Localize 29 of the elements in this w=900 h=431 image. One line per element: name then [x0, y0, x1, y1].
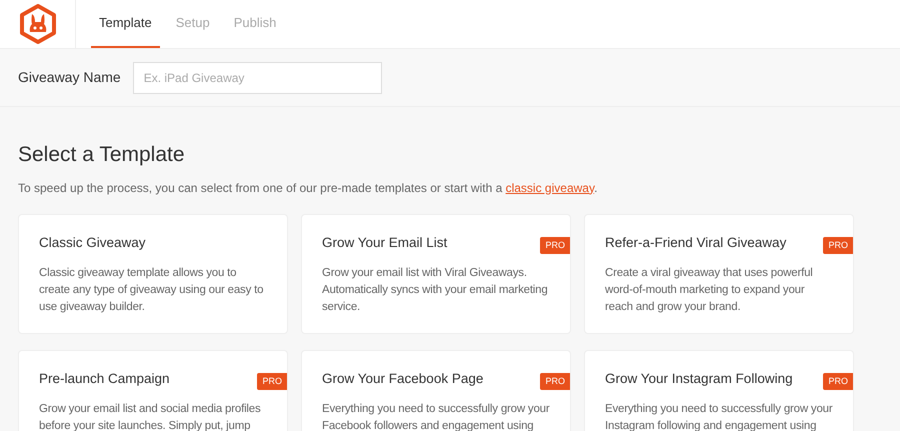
card-title: Classic Giveaway: [39, 234, 146, 252]
card-title: Grow Your Instagram Following: [605, 370, 793, 388]
template-card[interactable]: Refer-a-Friend Viral Giveaway PRO Create a viral giveaway that uses powerful word-of-mouth marketing to expand your reach and grow your brand.: [584, 214, 854, 334]
card-title: Grow Your Facebook Page: [322, 370, 484, 388]
card-description: Grow your email list and social media profiles before your site launches. Simply put, jump: [39, 402, 262, 431]
template-card[interactable]: Classic Giveaway Classic giveaway template allows you to create any type of giveaway using our easy to use giveaway builder.: [18, 214, 288, 334]
card-description: Create a viral giveaway that uses powerful word-of-mouth marketing to expand your reach and grow your brand.: [605, 266, 814, 315]
card-description: Everything you need to successfully grow your Instagram following and engagement using: [605, 402, 834, 431]
classic-giveaway-link[interactable]: classic giveaway: [506, 180, 594, 194]
pro-badge: PRO: [257, 372, 287, 390]
section-title: Select a Template: [18, 142, 186, 168]
pro-badge: PRO: [540, 236, 570, 254]
field-label: Giveaway Name: [18, 68, 121, 87]
card-description: Everything you need to successfully grow your Facebook followers and engagement using: [322, 402, 551, 431]
template-card[interactable]: Grow Your Instagram Following PRO Everything you need to successfully grow your Instagram following and engagement using: [584, 350, 854, 431]
giveaway-name-input[interactable]: Ex. iPad Giveaway: [132, 62, 382, 94]
card-title: Pre-launch Campaign: [39, 370, 170, 388]
template-card[interactable]: Grow Your Facebook Page PRO Everything you need to successfully grow your Facebook followers and engagement using: [301, 350, 571, 431]
pro-badge: PRO: [823, 236, 853, 254]
intro-text: To speed up the process, you can select from one of our pre-made templates or start with a classic giveaway.: [18, 180, 598, 196]
card-description: Grow your email list with Viral Giveaways. Automatically syncs with your email marketing service.: [322, 266, 549, 315]
rabbit-logo-icon: [18, 4, 56, 44]
card-title: Grow Your Email List: [322, 234, 448, 252]
pro-badge: PRO: [540, 372, 570, 390]
card-description: Classic giveaway template allows you to create any type of giveaway using our easy to use giveaway builder.: [39, 266, 264, 315]
template-card[interactable]: Grow Your Email List PRO Grow your email list with Viral Giveaways. Automatically syncs with your email marketing service.: [301, 214, 571, 334]
template-card[interactable]: Pre-launch Campaign PRO Grow your email list and social media profiles before your site launches. Simply put, jump: [18, 350, 288, 431]
card-title: Refer-a-Friend Viral Giveaway: [605, 234, 786, 252]
pro-badge: PRO: [823, 372, 853, 390]
